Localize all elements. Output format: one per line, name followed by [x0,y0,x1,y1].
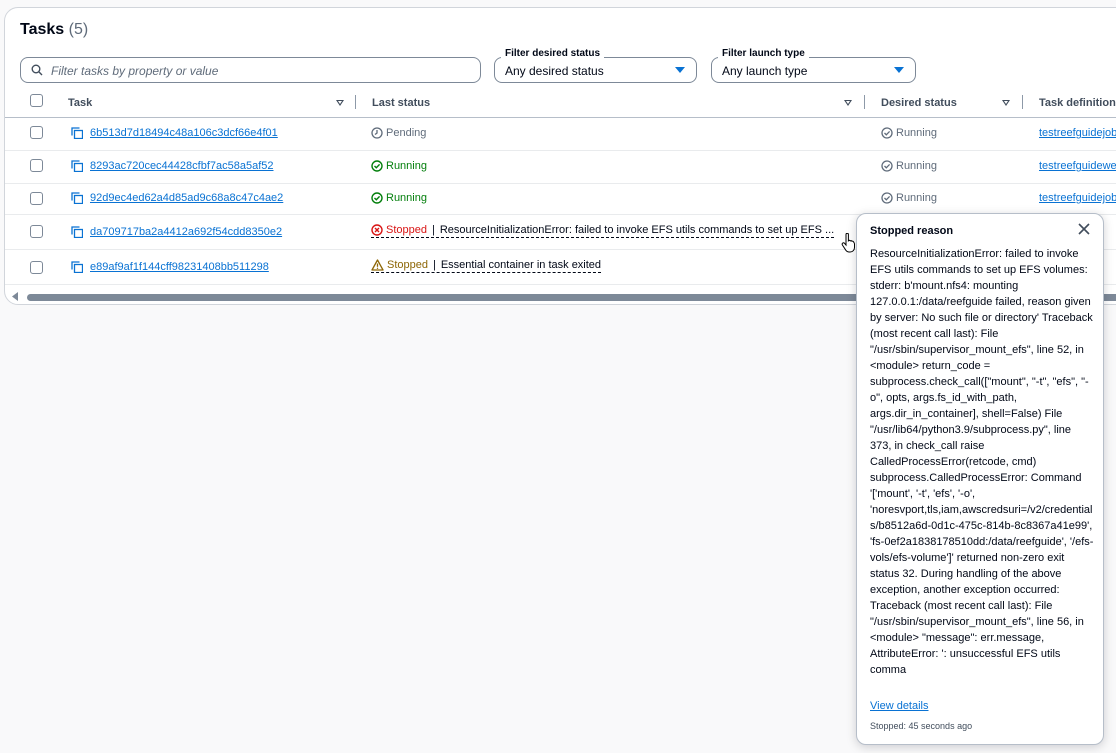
table-row: 92d9ec4ed62a4d85ad9c68a8c47c4ae2 Running… [5,184,1116,215]
separator: | [432,259,436,271]
column-resizer[interactable] [355,95,356,109]
copy-icon[interactable] [71,261,83,273]
check-circle-icon [881,127,893,139]
stopped-reason-popover: Stopped reason ResourceInitializationErr… [856,213,1104,745]
last-status-text: Running [386,160,427,172]
task-link[interactable]: 92d9ec4ed62a4d85ad9c68a8c47c4ae2 [90,192,283,204]
task-link[interactable]: e89af9af1f144cff98231408bb511298 [90,261,269,273]
column-resizer[interactable] [1022,95,1023,109]
last-status-text: Stopped [387,259,428,271]
sort-icon[interactable] [336,100,344,106]
row-checkbox[interactable] [30,126,43,139]
search-icon [31,64,43,76]
check-circle-icon [371,160,383,172]
popover-title: Stopped reason [870,225,954,237]
table-row: 8293ac720cec44428cfbf7ac58a5af52 Running… [5,151,1116,184]
stopped-time: Stopped: 45 seconds ago [870,721,973,731]
copy-icon[interactable] [71,160,83,172]
x-circle-icon [371,224,383,236]
table-row: 6b513d7d18494c48a106c3dcf66e4f01 Pending… [5,118,1116,151]
task-link[interactable]: 8293ac720cec44428cfbf7ac58a5af52 [90,160,274,172]
status-running: Running [371,192,427,204]
desired-status-filter-label: Filter desired status [501,48,605,59]
last-status-text: Running [386,192,427,204]
copy-icon[interactable] [71,226,83,238]
task-definition-link[interactable]: testreefguidejob [1039,127,1116,139]
desired-status-text: Running [896,127,937,139]
desired-status: Running [881,127,937,139]
check-circle-icon [881,192,893,204]
row-checkbox[interactable] [30,261,43,274]
last-status-text: Pending [386,127,427,139]
popover-body: ResourceInitializationError: failed to i… [870,248,1094,676]
row-checkbox[interactable] [30,192,43,205]
column-resizer[interactable] [864,95,865,109]
stopped-reason-text: ResourceInitializationError: failed to i… [439,224,835,236]
task-count: (5) [68,21,89,38]
title-text: Tasks [20,21,65,38]
task-definition-link[interactable]: testreefguidewe [1039,160,1116,172]
stopped-reason-trigger[interactable]: Stopped | Essential container in task ex… [371,259,602,273]
desired-status-filter[interactable]: Filter desired status Any desired status [494,48,697,83]
clock-icon [371,127,383,139]
task-definition-link[interactable]: testreefguidejob [1039,192,1116,204]
column-task[interactable]: Task [68,97,92,109]
sort-icon[interactable] [844,100,852,106]
caret-down-icon [894,67,904,73]
desired-status-text: Running [896,160,937,172]
column-desired-status[interactable]: Desired status [881,97,957,109]
search-box[interactable] [20,57,481,83]
desired-status: Running [881,160,937,172]
check-circle-icon [881,160,893,172]
separator: | [431,224,435,236]
launch-type-filter-value: Any launch type [722,64,808,78]
close-icon[interactable] [1077,222,1091,236]
desired-status: Running [881,192,937,204]
row-checkbox[interactable] [30,225,43,238]
table-header: Task Last status Desired status Task def… [5,91,1116,118]
view-details-link[interactable]: View details [870,700,929,712]
page-title: Tasks (5) [20,21,88,39]
stopped-reason-trigger[interactable]: Stopped | ResourceInitializationError: f… [371,224,835,238]
desired-status-text: Running [896,192,937,204]
stopped-reason-text: Essential container in task exited [440,259,602,271]
pointer-cursor-icon [841,233,855,253]
row-checkbox[interactable] [30,159,43,172]
check-circle-icon [371,192,383,204]
status-running: Running [371,160,427,172]
column-last-status[interactable]: Last status [372,97,430,109]
task-link[interactable]: 6b513d7d18494c48a106c3dcf66e4f01 [90,127,278,139]
caret-down-icon [675,67,685,73]
launch-type-filter-label: Filter launch type [718,48,809,59]
select-all-checkbox[interactable] [30,94,43,107]
warning-icon [371,259,384,271]
copy-icon[interactable] [71,127,83,139]
column-task-definition[interactable]: Task definition [1039,97,1116,109]
search-input[interactable] [49,60,473,82]
sort-icon[interactable] [1002,100,1010,106]
copy-icon[interactable] [71,192,83,204]
scroll-left-icon[interactable] [11,292,19,301]
task-link[interactable]: da709717ba2a4412a692f54cdd8350e2 [90,226,282,238]
last-status-text: Stopped [386,224,427,236]
launch-type-filter[interactable]: Filter launch type Any launch type [711,48,916,83]
desired-status-filter-value: Any desired status [505,64,604,78]
status-pending: Pending [371,127,426,139]
